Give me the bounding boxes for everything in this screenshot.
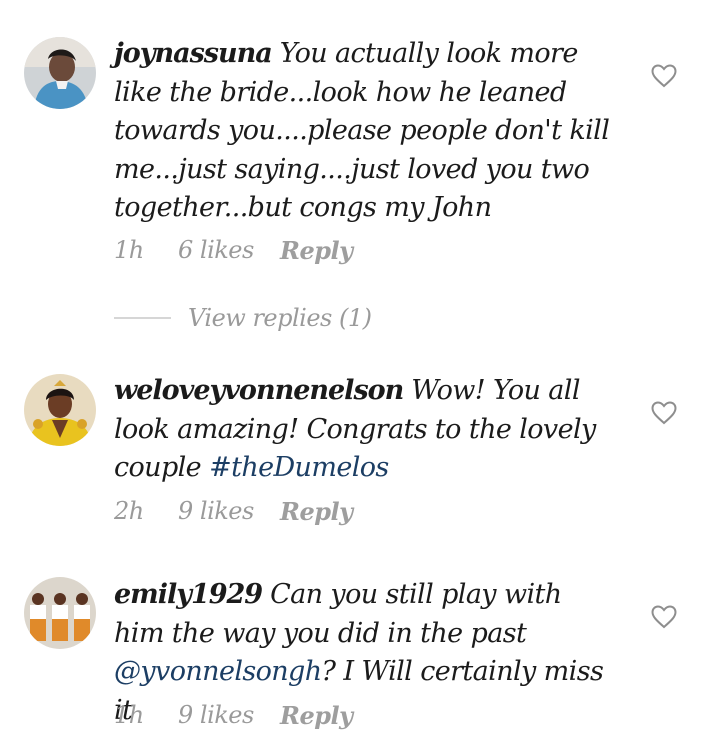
timestamp: 1h [114,701,144,729]
comment-text: joynassuna You actually look more like t… [114,35,614,228]
likes-count[interactable]: 6 likes [178,236,280,265]
view-replies-label[interactable]: View replies (1) [188,304,372,332]
comment-meta: 1h 9 likes Reply [114,701,353,730]
timestamp: 1h [114,236,144,264]
reply-button[interactable]: Reply [280,701,353,730]
comment-meta: 2h 9 likes Reply [114,497,353,526]
comment-text: weloveyvonnenelson Wow! You all look ama… [114,372,614,488]
username[interactable]: emily1929 [114,579,263,610]
like-heart-icon[interactable] [651,401,677,425]
view-replies-button[interactable]: View replies (1) [114,304,372,332]
reply-button[interactable]: Reply [280,497,353,526]
timestamp: 2h [114,497,144,525]
avatar[interactable] [24,374,96,446]
hashtag-link[interactable]: #theDumelos [209,452,389,483]
like-heart-icon[interactable] [651,605,677,629]
like-heart-icon[interactable] [651,64,677,88]
divider-line [114,317,171,319]
avatar[interactable] [24,577,96,649]
mention-link[interactable]: @yvonnelsongh [114,656,322,687]
likes-count[interactable]: 9 likes [178,497,280,526]
username[interactable]: weloveyvonnenelson [114,375,404,406]
username[interactable]: joynassuna [114,38,273,69]
reply-button[interactable]: Reply [280,236,353,265]
comment-meta: 1h 6 likes Reply [114,236,353,265]
likes-count[interactable]: 9 likes [178,701,280,730]
avatar[interactable] [24,37,96,109]
